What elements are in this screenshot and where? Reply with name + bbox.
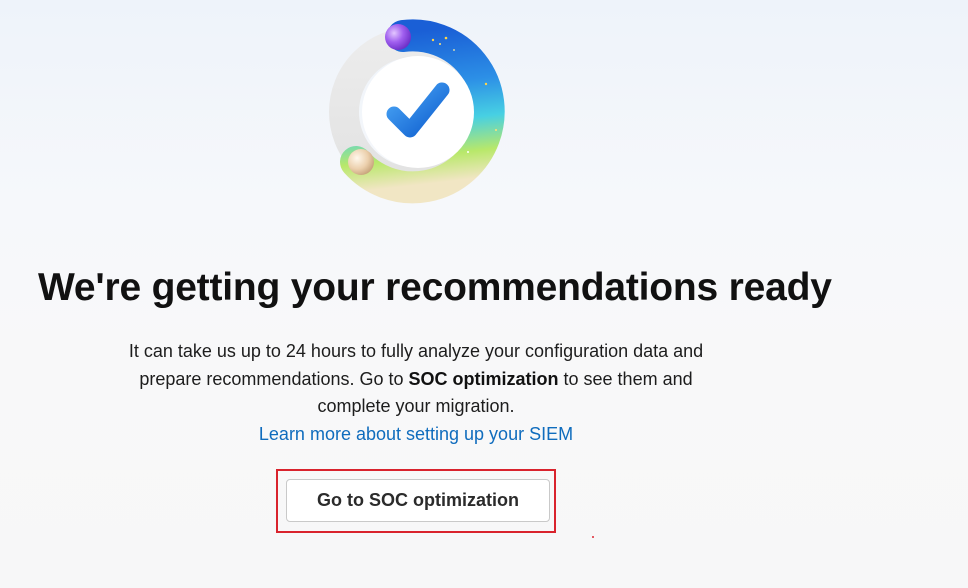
learn-more-link[interactable]: Learn more about setting up your SIEM — [259, 424, 573, 444]
go-to-soc-optimization-button[interactable]: Go to SOC optimization — [286, 479, 550, 522]
page-title: We're getting your recommendations ready — [38, 266, 832, 309]
description: It can take us up to 24 hours to fully a… — [118, 338, 714, 448]
artifact-dot — [592, 536, 594, 538]
checkmark-progress-ring-icon — [318, 12, 518, 212]
description-bold-soc-optimization: SOC optimization — [408, 368, 559, 389]
